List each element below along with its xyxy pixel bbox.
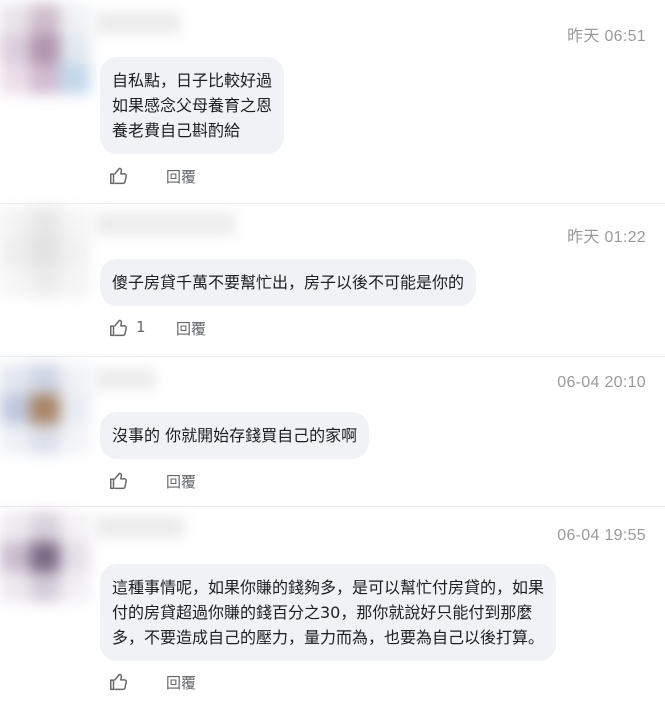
avatar[interactable] (0, 512, 92, 604)
comment-item: 06-04 20:10 沒事的 你就開始存錢買自己的家啊 回覆 (0, 358, 665, 503)
comment-actions: 1 回覆 (108, 317, 228, 341)
avatar-mosaic-cell (30, 424, 60, 454)
comment-actions: 回覆 (108, 470, 228, 494)
avatar-mosaic-cell (0, 4, 30, 34)
timestamp[interactable]: 昨天 01:22 (567, 223, 646, 247)
divider (0, 356, 665, 357)
avatar-mosaic-cell (0, 267, 30, 297)
comment-item: 昨天 06:51 自私點，日子比較好過 如果感念父母養育之恩 養老費自己斟酌給 … (0, 0, 665, 200)
avatar-mosaic-cell (0, 34, 30, 64)
avatar-mosaic-cell (30, 542, 60, 572)
avatar-mosaic-cell (0, 207, 30, 237)
avatar-mosaic-cell (60, 572, 90, 602)
comment-item: 06-04 19:55 這種事情呢，如果你賺的錢夠多，是可以幫忙付房貸的，如果 … (0, 508, 665, 719)
divider (0, 506, 665, 507)
avatar-mosaic-cell (30, 207, 60, 237)
comment-item: 昨天 01:22 傻子房貸千萬不要幫忙出，房子以後不可能是你的 1 回覆 (0, 205, 665, 355)
avatar-mosaic-cell (60, 4, 90, 34)
avatar-mosaic-cell (60, 512, 90, 542)
like-count: 1 (136, 318, 146, 336)
avatar-mosaic-cell (30, 34, 60, 64)
avatar-mosaic-cell (30, 237, 60, 267)
author-name-blurred[interactable] (95, 368, 155, 390)
author-name-blurred[interactable] (95, 12, 180, 34)
avatar-mosaic-cell (60, 364, 90, 394)
comment-bubble: 自私點，日子比較好過 如果感念父母養育之恩 養老費自己斟酌給 (100, 57, 285, 154)
author-name-blurred[interactable] (95, 516, 185, 538)
avatar-mosaic-cell (0, 512, 30, 542)
thumbs-up-icon[interactable] (108, 317, 130, 339)
comment-text-line: 自私點，日子比較好過 (112, 71, 273, 90)
author-name-blurred[interactable] (95, 213, 235, 235)
comment-text-line: 多，不要造成自己的壓力，量力而為，也要為自己以後打算。 (112, 628, 545, 647)
avatar-mosaic-cell (0, 64, 30, 94)
avatar-mosaic-cell (60, 207, 90, 237)
avatar-mosaic-cell (0, 424, 30, 454)
avatar-mosaic-cell (30, 364, 60, 394)
avatar-mosaic-cell (0, 237, 30, 267)
reply-button[interactable]: 回覆 (176, 318, 206, 339)
comment-actions: 回覆 (108, 165, 228, 189)
avatar[interactable] (0, 207, 92, 299)
comment-text-line: 養老費自己斟酌給 (112, 121, 241, 140)
avatar-mosaic-cell (0, 394, 30, 424)
avatar-mosaic-cell (60, 34, 90, 64)
avatar-mosaic-cell (30, 64, 60, 94)
avatar[interactable] (0, 4, 92, 96)
comment-bubble: 這種事情呢，如果你賺的錢夠多，是可以幫忙付房貸的，如果 付的房貸超過你賺的錢百分… (100, 564, 557, 661)
avatar-mosaic-cell (60, 64, 90, 94)
avatar-mosaic-cell (30, 394, 60, 424)
reply-button[interactable]: 回覆 (166, 471, 196, 492)
avatar-mosaic-cell (60, 424, 90, 454)
timestamp[interactable]: 昨天 06:51 (567, 22, 646, 46)
thumbs-up-icon[interactable] (108, 470, 130, 492)
reply-button[interactable]: 回覆 (166, 166, 196, 187)
thumbs-up-icon[interactable] (108, 165, 130, 187)
comment-text-line: 這種事情呢，如果你賺的錢夠多，是可以幫忙付房貸的，如果 (112, 578, 545, 597)
avatar-mosaic-cell (30, 512, 60, 542)
timestamp[interactable]: 06-04 20:10 (557, 374, 646, 392)
comment-text-line: 付的房貸超過你賺的錢百分之30，那你就說好只能付到那麼 (112, 603, 533, 622)
thumbs-up-icon[interactable] (108, 671, 130, 693)
comment-actions: 回覆 (108, 671, 228, 695)
avatar-mosaic-cell (30, 267, 60, 297)
avatar-mosaic-cell (60, 237, 90, 267)
comment-text-line: 沒事的 你就開始存錢買自己的家啊 (112, 426, 358, 445)
avatar[interactable] (0, 364, 92, 456)
avatar-mosaic-cell (60, 267, 90, 297)
avatar-mosaic-cell (0, 572, 30, 602)
avatar-mosaic-cell (60, 542, 90, 572)
avatar-mosaic-cell (30, 4, 60, 34)
reply-button[interactable]: 回覆 (166, 672, 196, 693)
comment-bubble: 傻子房貸千萬不要幫忙出，房子以後不可能是你的 (100, 259, 477, 306)
avatar-mosaic-cell (30, 572, 60, 602)
timestamp[interactable]: 06-04 19:55 (557, 527, 646, 545)
comment-text-line: 如果感念父母養育之恩 (112, 96, 273, 115)
avatar-mosaic-cell (0, 542, 30, 572)
comment-text-line: 傻子房貸千萬不要幫忙出，房子以後不可能是你的 (112, 273, 465, 292)
avatar-mosaic-cell (0, 364, 30, 394)
divider (0, 203, 665, 204)
comment-bubble: 沒事的 你就開始存錢買自己的家啊 (100, 412, 370, 459)
avatar-mosaic-cell (60, 394, 90, 424)
